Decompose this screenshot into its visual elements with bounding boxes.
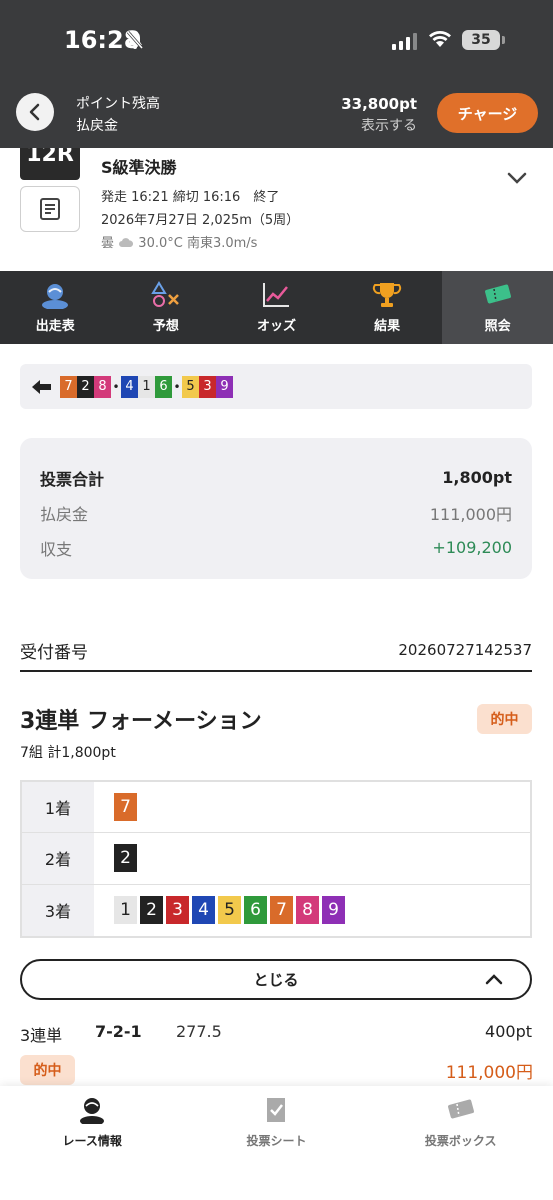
bike-number-cell: 8 [296, 896, 319, 925]
refund-label: 払戻金 [76, 118, 118, 134]
points-value: 33,800pt [341, 95, 417, 113]
result-stake: 400pt [485, 1022, 532, 1041]
tab-prediction[interactable]: 予想 [111, 271, 222, 344]
signal-icon [392, 32, 417, 50]
formation-row-1st: 1着 7 [22, 782, 530, 834]
bike-number-cell: 4 [192, 896, 215, 925]
ticket-icon [447, 1099, 474, 1119]
hit-badge: 的中 [477, 704, 532, 734]
bottom-nav: レース情報 投票シート 投票ボックス [0, 1086, 553, 1200]
status-bar: 16:28 35 [0, 0, 553, 80]
bike-number-cell: 5 [218, 896, 241, 925]
result-combo: 7-2-1 [95, 1022, 142, 1041]
result-hit-badge: 的中 [20, 1055, 75, 1085]
charge-button[interactable]: チャージ [437, 93, 538, 133]
race-date: 2026年7月27日 2,025m（5周） [101, 213, 300, 228]
back-button[interactable] [16, 93, 54, 131]
receipt-number-row: 受付番号 20260727142537 [20, 630, 532, 672]
refund-show-link[interactable]: 表示する [341, 115, 417, 137]
race-doc-button[interactable] [20, 186, 80, 232]
battery-tip [502, 36, 505, 44]
bet-type-title: 3連単 フォーメーション [20, 709, 262, 734]
result-odds: 277.5 [176, 1022, 222, 1041]
close-button[interactable]: とじる [20, 959, 532, 1000]
bike-number-cell: 2 [77, 375, 94, 398]
bike-number-cell: 1 [138, 375, 155, 398]
tab-results[interactable]: 結果 [332, 271, 443, 344]
formation-row-3rd: 3着 123456789 [22, 884, 530, 936]
group-separator: • [112, 379, 120, 394]
ticket-icon [484, 284, 511, 304]
tab-odds[interactable]: オッズ [221, 271, 332, 344]
summary-balance-row: 収支 +109,200 [40, 538, 512, 559]
race-time: 発走 16:21 締切 16:16 終了 [101, 190, 280, 205]
race-weather: 曇 30.0°C 南東3.0m/s [101, 232, 257, 251]
expand-chevron[interactable] [506, 170, 528, 189]
top-bar: 16:28 35 ポイント残高 払戻金 33,800pt 表示する チャージ [0, 0, 553, 148]
bike-number-cell: 3 [199, 375, 216, 398]
bike-number-cell: 6 [244, 896, 267, 925]
trophy-icon [372, 283, 402, 307]
document-icon [40, 198, 60, 220]
result-row: 3連単 7-2-1 277.5 400pt [20, 1022, 532, 1048]
bike-number-cell: 2 [140, 896, 163, 925]
tab-entries[interactable]: 出走表 [0, 271, 111, 344]
race-number-badge: 12R [20, 148, 80, 180]
summary-total-row: 投票合計 1,800pt [40, 468, 512, 489]
points-label: ポイント残高 [76, 96, 160, 112]
cloud-icon [119, 238, 134, 247]
bike-number-cell: 7 [114, 793, 137, 822]
result-order-cells: 7 2 8 • 4 1 6 • 5 3 9 [60, 375, 233, 398]
nav-bet-box[interactable]: 投票ボックス [369, 1086, 553, 1200]
chevron-up-icon [485, 974, 503, 985]
formation-table: 1着 7 2着 2 3着 123456789 [20, 780, 532, 938]
bike-number-cell: 4 [121, 375, 138, 398]
nav-race-info[interactable]: レース情報 [0, 1086, 184, 1200]
wifi-icon [428, 30, 452, 52]
bike-number-cell: 9 [216, 375, 233, 398]
chevron-down-icon [507, 172, 527, 184]
arrow-left-icon [32, 379, 51, 394]
chart-line-icon [263, 283, 290, 307]
rider-icon [42, 284, 69, 309]
race-info: 12R S級準決勝 発走 16:21 締切 16:16 終了 2026年7月27… [0, 148, 553, 271]
checkmark-sheet-icon [267, 1098, 286, 1122]
bell-muted-icon [126, 30, 144, 54]
result-order-strip: 7 2 8 • 4 1 6 • 5 3 9 [20, 364, 532, 409]
points-values: 33,800pt 表示する [341, 93, 417, 137]
rider-icon [80, 1098, 105, 1124]
race-tabs: 出走表 予想 オッズ 結果 照会 [0, 271, 553, 344]
prediction-icon [151, 281, 179, 307]
bike-number-cell: 2 [114, 844, 137, 873]
receipt-label: 受付番号 [20, 642, 88, 663]
summary-refund-row: 払戻金 111,000円 [40, 504, 512, 524]
bike-number-cell: 1 [114, 896, 137, 925]
receipt-number: 20260727142537 [398, 641, 532, 659]
bike-number-cell: 8 [94, 375, 111, 398]
weather-detail: 30.0°C 南東3.0m/s [138, 236, 258, 251]
bet-summary: 7組 計1,800pt [20, 745, 116, 761]
formation-row-2nd: 2着 2 [22, 833, 530, 885]
tab-inquiry[interactable]: 照会 [442, 271, 553, 344]
result-payout: 111,000円 [445, 1063, 533, 1083]
group-separator: • [173, 379, 181, 394]
bike-number-cell: 5 [182, 375, 199, 398]
race-title: S級準決勝 [101, 158, 177, 177]
chevron-left-icon [29, 103, 40, 121]
bike-number-cell: 3 [166, 896, 189, 925]
battery-icon: 35 [462, 30, 500, 50]
weather-label: 曇 [101, 236, 115, 251]
result-type: 3連単 [20, 1026, 63, 1045]
points-labels: ポイント残高 払戻金 [76, 93, 160, 137]
bike-number-cell: 6 [155, 375, 172, 398]
bike-number-cell: 7 [60, 375, 77, 398]
bike-number-cell: 9 [322, 896, 345, 925]
nav-bet-sheet[interactable]: 投票シート [184, 1086, 368, 1200]
summary-card: 投票合計 1,800pt 払戻金 111,000円 収支 +109,200 [20, 438, 532, 579]
bike-number-cell: 7 [270, 896, 293, 925]
